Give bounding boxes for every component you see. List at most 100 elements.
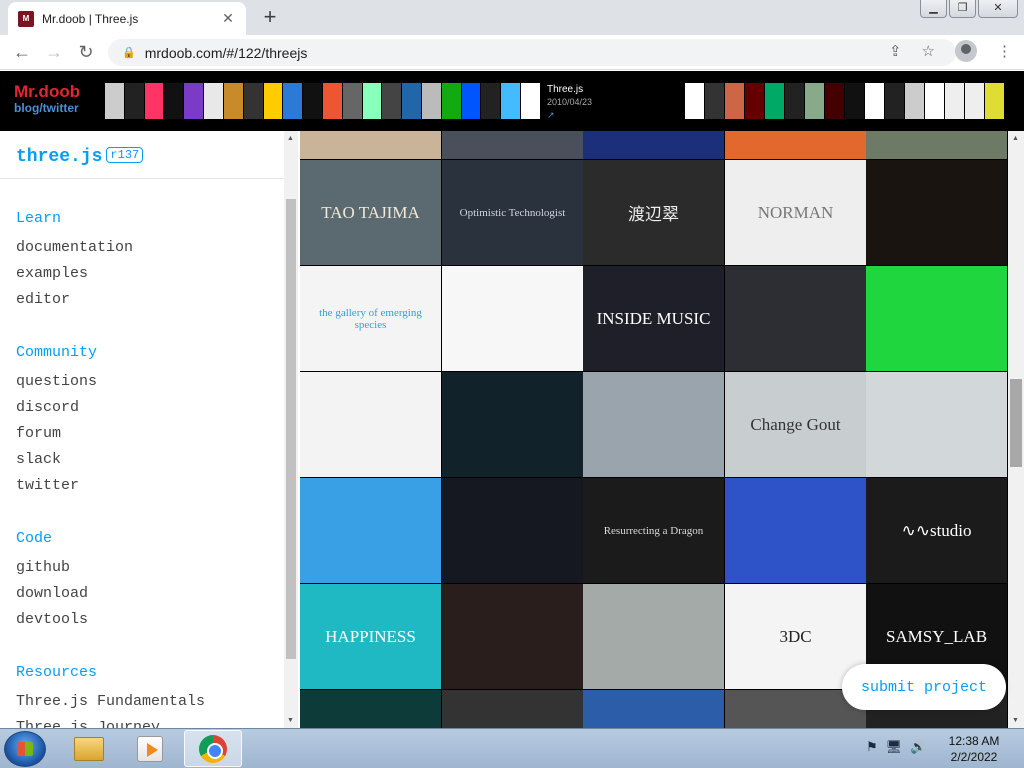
- scroll-up-arrow-icon[interactable]: ▲: [1012, 135, 1019, 142]
- page-scrollbar[interactable]: ▲ ▼: [1008, 131, 1024, 728]
- header-project-thumbnail[interactable]: [885, 83, 905, 119]
- restore-button[interactable]: ❐: [949, 0, 976, 18]
- header-project-thumbnail[interactable]: [204, 83, 224, 119]
- project-thumbnail[interactable]: [583, 131, 724, 159]
- media-player-taskbar-button[interactable]: [121, 730, 179, 767]
- page-scroll-thumb[interactable]: [1010, 379, 1022, 467]
- header-project-thumbnail[interactable]: [105, 83, 125, 119]
- external-link-icon[interactable]: ↗: [547, 109, 592, 122]
- project-thumbnail[interactable]: [300, 478, 441, 583]
- action-center-icon[interactable]: ⚑: [866, 739, 878, 755]
- header-project-thumbnail[interactable]: [322, 83, 343, 119]
- chrome-taskbar-button[interactable]: [184, 730, 242, 767]
- project-thumbnail[interactable]: [725, 131, 866, 159]
- project-thumbnail-strip-right[interactable]: [685, 83, 1005, 119]
- sidebar-link[interactable]: editor: [16, 287, 284, 313]
- header-project-thumbnail[interactable]: [945, 83, 965, 119]
- scroll-down-arrow-icon[interactable]: ▼: [287, 717, 294, 724]
- header-project-thumbnail[interactable]: [865, 83, 885, 119]
- submit-project-button[interactable]: submit project: [842, 664, 1006, 710]
- header-project-thumbnail[interactable]: [785, 83, 805, 119]
- header-project-thumbnail[interactable]: [144, 83, 165, 119]
- volume-icon[interactable]: 🔊: [910, 739, 926, 755]
- tab-close-icon[interactable]: ✕: [220, 10, 236, 27]
- header-project-thumbnail[interactable]: [243, 83, 264, 119]
- project-thumbnail[interactable]: ∿∿studio: [866, 478, 1007, 583]
- project-thumbnail[interactable]: TAO TAJIMA: [300, 160, 441, 265]
- header-project-thumbnail[interactable]: [382, 83, 403, 119]
- header-project-thumbnail[interactable]: [303, 83, 323, 119]
- project-thumbnail[interactable]: [442, 584, 583, 689]
- header-project-thumbnail[interactable]: [745, 83, 765, 119]
- project-thumbnail[interactable]: [866, 131, 1007, 159]
- sidebar-link[interactable]: download: [16, 581, 284, 607]
- project-thumbnail[interactable]: [725, 266, 866, 371]
- project-thumbnail[interactable]: [442, 372, 583, 477]
- header-project-thumbnail[interactable]: [461, 83, 482, 119]
- sidebar-link[interactable]: forum: [16, 421, 284, 447]
- project-thumbnail[interactable]: NORMAN: [725, 160, 866, 265]
- header-project-thumbnail[interactable]: [164, 83, 185, 119]
- scroll-down-arrow-icon[interactable]: ▼: [1012, 717, 1019, 724]
- project-thumbnail[interactable]: [725, 478, 866, 583]
- revision-badge[interactable]: r137: [106, 147, 144, 163]
- sidebar-link[interactable]: Three.js Fundamentals: [16, 689, 284, 715]
- project-thumbnail[interactable]: the gallery of emerging species: [300, 266, 441, 371]
- project-thumbnail[interactable]: Optimistic Technologist: [442, 160, 583, 265]
- featured-title[interactable]: Three.js: [547, 83, 592, 96]
- header-project-thumbnail[interactable]: [521, 83, 541, 119]
- header-project-thumbnail[interactable]: [263, 83, 284, 119]
- sidebar-scroll-thumb[interactable]: [286, 199, 296, 659]
- project-thumbnail[interactable]: 3DC: [725, 584, 866, 689]
- header-project-thumbnail[interactable]: [965, 83, 985, 119]
- header-project-thumbnail[interactable]: [124, 83, 145, 119]
- project-thumbnail[interactable]: HAPPINESS: [300, 584, 441, 689]
- blog-twitter-link[interactable]: blog/twitter: [14, 101, 80, 116]
- project-thumbnail[interactable]: INSIDE MUSIC: [583, 266, 724, 371]
- header-project-thumbnail[interactable]: [905, 83, 925, 119]
- scroll-up-arrow-icon[interactable]: ▲: [287, 135, 294, 142]
- project-thumbnail[interactable]: [442, 690, 583, 728]
- new-tab-button[interactable]: +: [258, 6, 282, 30]
- header-project-thumbnail[interactable]: [441, 83, 462, 119]
- sidebar-link[interactable]: slack: [16, 447, 284, 473]
- header-project-thumbnail[interactable]: [422, 83, 442, 119]
- system-clock[interactable]: 12:38 AM 2/2/2022: [940, 733, 1008, 765]
- mrdoob-logo[interactable]: Mr.doob blog/twitter: [14, 83, 80, 116]
- sidebar-link[interactable]: documentation: [16, 235, 284, 261]
- address-bar[interactable]: 🔒 mrdoob.com/#/122/threejs: [108, 39, 956, 66]
- menu-icon[interactable]: ⋮: [997, 42, 1012, 60]
- sidebar-link[interactable]: questions: [16, 369, 284, 395]
- sidebar-link[interactable]: devtools: [16, 607, 284, 633]
- start-button[interactable]: [4, 731, 46, 767]
- minimize-button[interactable]: ▁: [920, 0, 947, 18]
- url-text[interactable]: mrdoob.com/#/122/threejs: [145, 45, 308, 61]
- project-thumbnail[interactable]: [583, 584, 724, 689]
- project-thumbnail[interactable]: [866, 160, 1007, 265]
- explorer-taskbar-button[interactable]: [60, 730, 118, 767]
- header-project-thumbnail[interactable]: [223, 83, 244, 119]
- project-thumbnail[interactable]: [442, 266, 583, 371]
- close-window-button[interactable]: ✕: [978, 0, 1018, 18]
- project-thumbnail[interactable]: [442, 131, 583, 159]
- project-thumbnail[interactable]: [300, 372, 441, 477]
- sidebar-link[interactable]: examples: [16, 261, 284, 287]
- header-project-thumbnail[interactable]: [402, 83, 422, 119]
- browser-tab[interactable]: M Mr.doob | Three.js ✕: [8, 2, 246, 35]
- share-icon[interactable]: ⇪: [889, 42, 902, 60]
- header-project-thumbnail[interactable]: [481, 83, 502, 119]
- project-thumbnail-strip-left[interactable]: [105, 83, 541, 119]
- header-project-thumbnail[interactable]: [985, 83, 1005, 119]
- project-thumbnail[interactable]: [866, 266, 1007, 371]
- forward-button[interactable]: →: [42, 40, 66, 64]
- profile-avatar[interactable]: [955, 40, 977, 62]
- project-thumbnail[interactable]: [583, 372, 724, 477]
- sidebar-link[interactable]: discord: [16, 395, 284, 421]
- header-project-thumbnail[interactable]: [725, 83, 745, 119]
- header-project-thumbnail[interactable]: [685, 83, 705, 119]
- header-project-thumbnail[interactable]: [342, 83, 363, 119]
- header-project-thumbnail[interactable]: [362, 83, 383, 119]
- sidebar-link[interactable]: github: [16, 555, 284, 581]
- project-thumbnail[interactable]: 渡辺翠: [583, 160, 724, 265]
- reload-button[interactable]: ↻: [74, 40, 98, 64]
